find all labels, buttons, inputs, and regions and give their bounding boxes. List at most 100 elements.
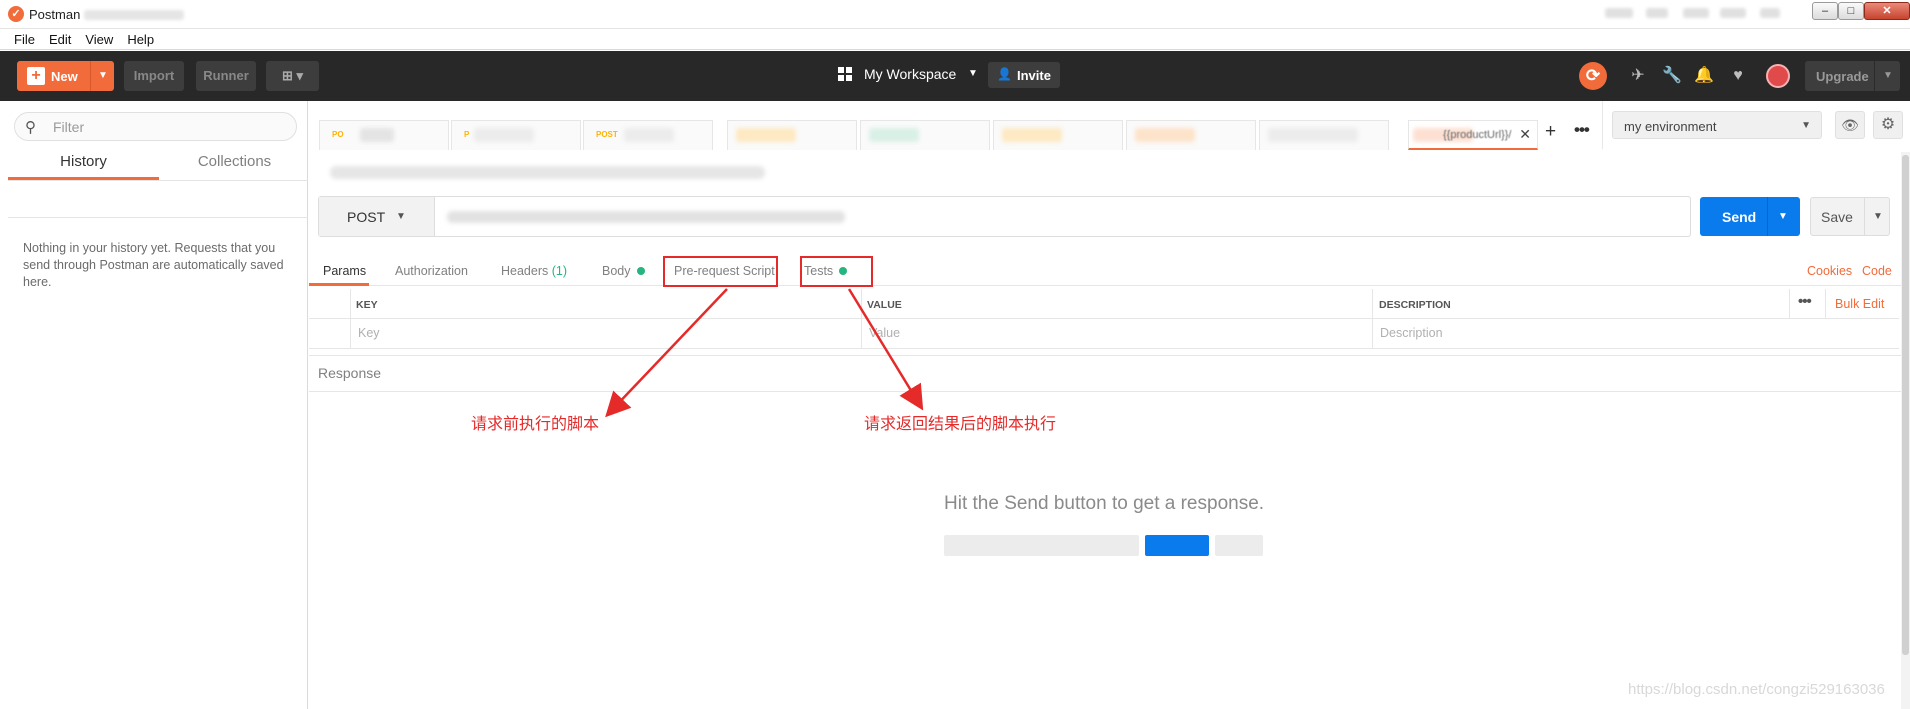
description-input[interactable]: Description (1380, 326, 1443, 340)
headers-count: (1) (551, 264, 568, 278)
close-icon[interactable]: ✕ (1519, 126, 1531, 143)
bell-icon[interactable]: 🔔 (1693, 65, 1715, 87)
url-bar: POST ▼ (318, 196, 1691, 237)
new-button[interactable]: + New ▼ (17, 61, 114, 91)
request-tab-label: {{productUrl}}/ (1443, 129, 1512, 141)
new-button-label: New (51, 69, 78, 84)
window-title: Postman (29, 7, 81, 22)
request-tab[interactable]: PO (319, 120, 449, 150)
scrollbar-thumb[interactable] (1902, 155, 1909, 655)
save-divider (1864, 198, 1865, 235)
request-tab-blur (624, 128, 674, 142)
sync-icon[interactable]: ⟳ (1579, 62, 1607, 90)
value-input[interactable]: Value (869, 326, 900, 340)
placeholder-send-bar (1145, 535, 1209, 556)
chevron-down-icon[interactable]: ▼ (98, 70, 108, 81)
search-input[interactable] (53, 118, 283, 136)
tab-body[interactable]: Body (602, 264, 645, 278)
request-tab-active[interactable]: {{productUrl}}/ ✕ (1408, 120, 1538, 150)
sidebar: ⚲ History Collections Nothing in your hi… (0, 101, 308, 709)
request-tab[interactable] (1259, 120, 1389, 150)
column-value: VALUE (867, 299, 902, 311)
tests-highlight-box (800, 256, 873, 287)
blurred-title-right (1760, 8, 1780, 18)
minimize-button[interactable]: – (1812, 2, 1838, 20)
maximize-button[interactable]: □ (1838, 2, 1864, 20)
menu-file[interactable]: File (0, 30, 42, 47)
status-dot (636, 267, 645, 275)
gear-icon[interactable]: ⚙ (1873, 111, 1903, 139)
request-tab[interactable] (860, 120, 990, 150)
search-icon: ⚲ (25, 119, 36, 136)
tab-params[interactable]: Params (323, 264, 366, 278)
request-tab-method: P (464, 130, 470, 139)
cell-border (350, 289, 351, 319)
environment-label: my environment (1624, 119, 1717, 134)
request-tab[interactable]: P (451, 120, 581, 150)
cell-border (350, 319, 351, 349)
tab-collections[interactable]: Collections (159, 153, 310, 180)
method-select[interactable]: POST ▼ (319, 197, 435, 236)
request-tab-blur (1268, 128, 1358, 142)
new-window-icon: ⊞ ▾ (281, 68, 304, 83)
url-input-blurred[interactable] (447, 211, 845, 223)
blurred-title-text (84, 10, 184, 20)
cell-border (861, 319, 862, 349)
new-window-button[interactable]: ⊞ ▾ (266, 61, 319, 91)
tab-authorization[interactable]: Authorization (395, 264, 468, 278)
menu-bar: File Edit View Help (0, 30, 1910, 50)
invite-button[interactable]: 👤 Invite (988, 62, 1060, 88)
tab-history[interactable]: History (8, 153, 159, 180)
environment-select[interactable]: my environment ▼ (1612, 111, 1822, 139)
heart-icon[interactable]: ♥ (1727, 65, 1749, 87)
sidebar-search[interactable]: ⚲ (14, 112, 297, 141)
response-title: Response (318, 365, 382, 381)
tab-headers[interactable]: Headers (1) (501, 264, 567, 278)
menu-view[interactable]: View (78, 30, 120, 47)
more-options-icon[interactable]: ••• (1798, 293, 1812, 310)
code-link[interactable]: Code (1862, 264, 1892, 278)
cookies-link[interactable]: Cookies (1807, 264, 1852, 278)
key-input[interactable]: Key (358, 326, 380, 340)
grid-icon (838, 67, 852, 81)
wrench-icon[interactable]: 🔧 (1661, 65, 1683, 87)
column-key: KEY (356, 299, 378, 311)
upgrade-button[interactable]: Upgrade ▼ (1805, 61, 1900, 91)
tab-body-label: Body (602, 264, 631, 278)
chevron-down-icon[interactable]: ▼ (1778, 211, 1788, 222)
runner-button[interactable]: Runner (196, 61, 256, 91)
chevron-down-icon[interactable]: ▼ (1873, 211, 1883, 222)
env-divider (1602, 101, 1603, 149)
request-tab[interactable]: POST (583, 120, 713, 150)
import-button[interactable]: Import (124, 61, 184, 91)
send-button[interactable]: Send ▼ (1700, 197, 1800, 236)
request-section-tabs: Params Authorization Headers (1) Body Pr… (309, 254, 1902, 286)
pre-request-highlight-box (663, 256, 778, 287)
bulk-edit-link[interactable]: Bulk Edit (1835, 297, 1884, 311)
scrollbar[interactable] (1901, 152, 1910, 709)
annotation-pre-request: 请求前执行的脚本 (471, 416, 600, 433)
request-tab[interactable] (727, 120, 857, 150)
avatar[interactable] (1766, 64, 1790, 88)
plus-icon: + (27, 67, 45, 85)
request-tab[interactable] (993, 120, 1123, 150)
blurred-title-right (1720, 8, 1746, 18)
request-tab[interactable] (1126, 120, 1256, 150)
postman-logo-icon: ✓ (8, 6, 24, 22)
save-button[interactable]: Save ▼ (1810, 197, 1890, 236)
blurred-title-right (1646, 8, 1668, 18)
satellite-icon[interactable]: ✈ (1627, 65, 1649, 87)
more-tabs-icon[interactable]: ••• (1574, 120, 1590, 140)
response-bar: Response (309, 355, 1902, 392)
add-tab-icon[interactable]: + (1545, 121, 1556, 143)
menu-help[interactable]: Help (120, 30, 161, 47)
tab-headers-label: Headers (501, 264, 549, 278)
request-tab-blur (869, 128, 919, 142)
close-button[interactable]: ✕ (1864, 2, 1910, 20)
eye-icon[interactable]: 👁 (1835, 111, 1865, 139)
menu-edit[interactable]: Edit (42, 30, 78, 47)
placeholder-bar (944, 535, 1139, 556)
chevron-down-icon: ▼ (968, 68, 978, 79)
chevron-down-icon: ▼ (1801, 120, 1811, 131)
chevron-down-icon[interactable]: ▼ (1883, 70, 1893, 81)
